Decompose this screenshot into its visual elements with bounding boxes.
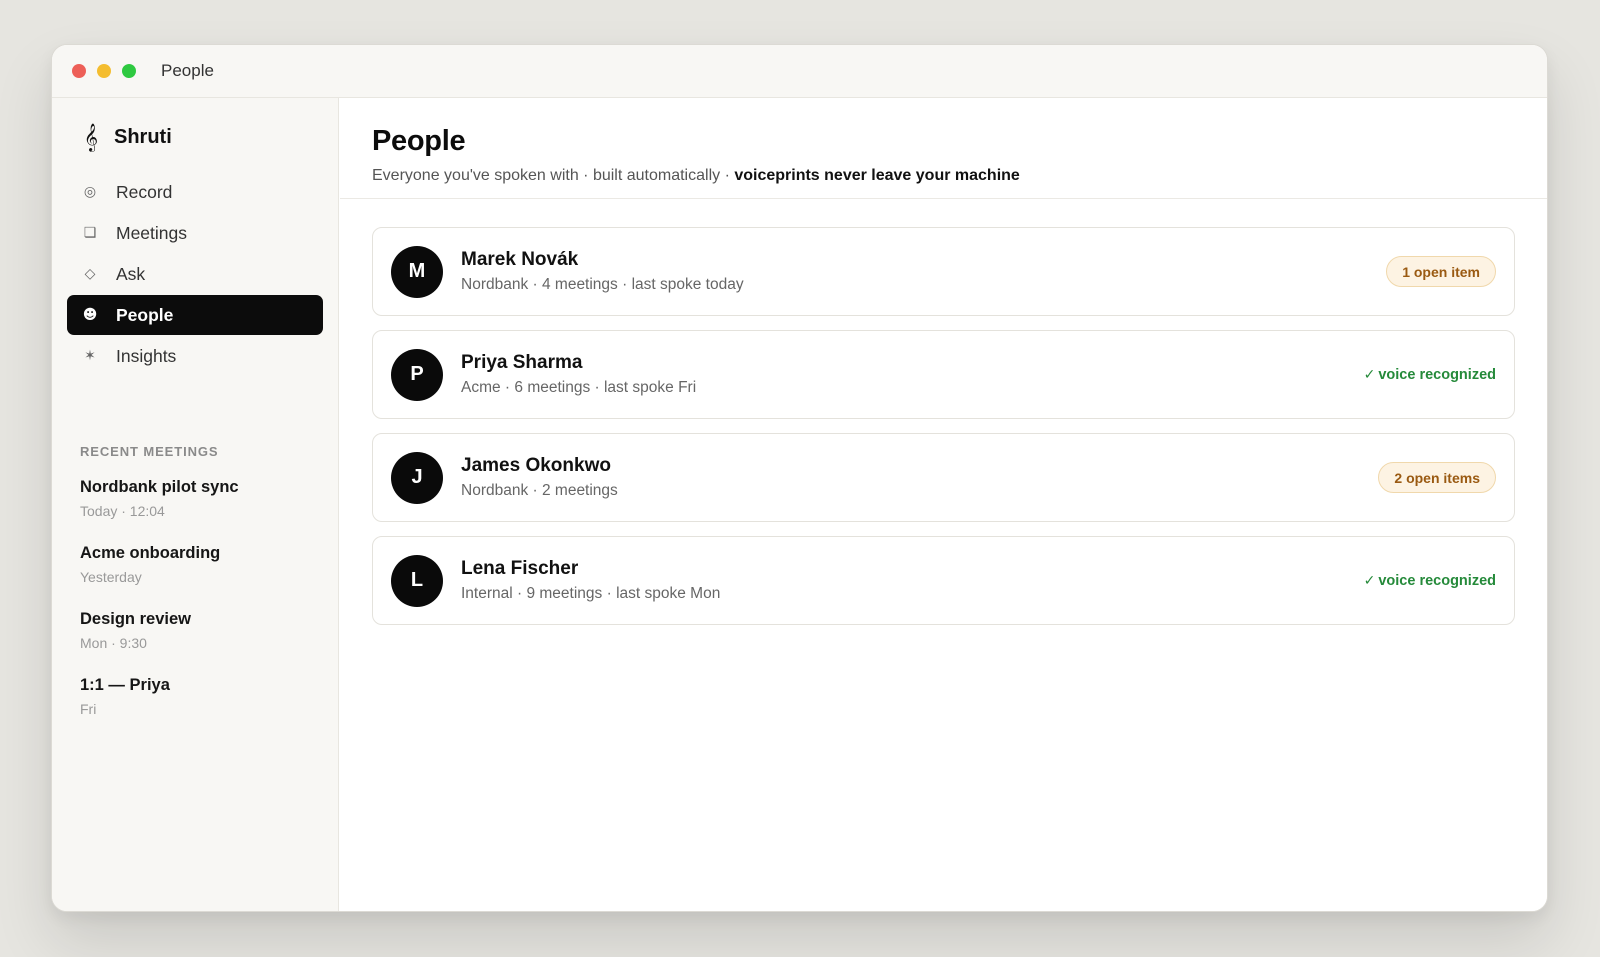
sidebar-item-label: Record [116,181,173,202]
person-meta: Nordbank · 4 meetings · last spoke today [461,276,744,293]
sidebar: 𝄞 Shruti ◎ Record ❏ Meetings ◇ Ask ☻ Peo… [52,98,339,911]
recent-meeting-title: Acme onboarding [80,544,221,562]
recent-meetings-heading: RECENT MEETINGS [80,444,219,459]
page-header: People Everyone you've spoken with · bui… [340,98,1547,199]
record-icon: ◎ [83,184,97,200]
meetings-icon: ❏ [83,225,97,241]
person-meta: Nordbank · 2 meetings [461,482,618,499]
person-card[interactable]: M Marek Novák Nordbank · 4 meetings · la… [372,227,1515,316]
brand: 𝄞 Shruti [82,123,172,151]
sidebar-item-label: People [116,304,174,325]
page-title: People [372,125,466,157]
people-list: M Marek Novák Nordbank · 4 meetings · la… [340,199,1547,625]
sidebar-item-people[interactable]: ☻ People [67,295,323,335]
main-content: People Everyone you've spoken with · bui… [340,98,1547,911]
avatar: M [391,245,443,298]
recent-meeting-title: Design review [80,610,191,628]
maximize-window-button[interactable] [122,64,136,78]
sidebar-item-record[interactable]: ◎ Record [67,172,323,212]
person-card[interactable]: L Lena Fischer Internal · 9 meetings · l… [372,536,1515,625]
person-info: Priya Sharma Acme · 6 meetings · last sp… [461,352,1364,397]
person-name: Marek Novák [461,249,579,270]
person-name: James Okonkwo [461,455,611,476]
recent-meeting-title: Nordbank pilot sync [80,478,239,496]
close-window-button[interactable] [72,64,86,78]
person-info: James Okonkwo Nordbank · 2 meetings [461,455,1378,500]
voice-status-label: voice recognized [1378,572,1496,589]
person-info: Lena Fischer Internal · 9 meetings · las… [461,558,1364,603]
avatar: L [391,554,443,607]
recent-meeting-time: Today · 12:04 [80,503,165,519]
checkmark-icon: ✓ [1363,572,1376,589]
privacy-note: voiceprints never leave your machine [734,167,1020,184]
person-name: Priya Sharma [461,352,583,373]
recent-meeting-time: Fri [80,701,97,717]
recent-meeting-time: Yesterday [80,569,142,585]
recent-meeting-item[interactable]: 1:1 — Priya Fri [80,676,239,742]
sidebar-item-insights[interactable]: ✶ Insights [67,336,323,376]
title-bar: People [52,45,1547,98]
sidebar-item-ask[interactable]: ◇ Ask [67,254,323,294]
recent-meeting-time: Mon · 9:30 [80,635,147,651]
minimize-window-button[interactable] [97,64,111,78]
recent-meeting-item[interactable]: Nordbank pilot sync Today · 12:04 [80,478,239,544]
open-items-badge[interactable]: 2 open items [1378,462,1496,493]
recent-meeting-item[interactable]: Design review Mon · 9:30 [80,610,239,676]
page-subtitle: Everyone you've spoken with · built auto… [372,167,1547,185]
person-info: Marek Novák Nordbank · 4 meetings · last… [461,249,1386,294]
insights-icon: ✶ [84,348,96,364]
avatar: P [391,348,443,401]
ask-icon: ◇ [84,266,96,282]
sidebar-item-meetings[interactable]: ❏ Meetings [67,213,323,253]
voice-recognized-status: ✓ voice recognized [1364,367,1496,383]
person-card[interactable]: J James Okonkwo Nordbank · 2 meetings 2 … [372,433,1515,522]
voice-status-label: voice recognized [1378,366,1496,383]
person-card[interactable]: P Priya Sharma Acme · 6 meetings · last … [372,330,1515,419]
open-items-badge[interactable]: 1 open item [1386,256,1496,287]
people-icon: ☻ [82,307,98,323]
app-window: People 𝄞 Shruti ◎ Record ❏ Meetings ◇ As… [51,44,1548,912]
recent-meeting-item[interactable]: Acme onboarding Yesterday [80,544,239,610]
person-meta: Acme · 6 meetings · last spoke Fri [461,379,697,396]
window-title: People [161,61,214,80]
window-controls [72,64,136,78]
subtitle-text: Everyone you've spoken with · built auto… [372,167,735,184]
sidebar-item-label: Ask [116,263,146,284]
avatar: J [391,451,443,504]
recent-meeting-title: 1:1 — Priya [80,676,170,694]
brand-name: Shruti [114,125,172,148]
main-nav: ◎ Record ❏ Meetings ◇ Ask ☻ People ✶ Ins… [67,172,323,377]
voice-recognized-status: ✓ voice recognized [1364,573,1496,589]
recent-meetings-list: Nordbank pilot sync Today · 12:04 Acme o… [80,478,239,742]
sidebar-item-label: Insights [116,345,177,366]
sidebar-item-label: Meetings [116,222,188,243]
person-meta: Internal · 9 meetings · last spoke Mon [461,585,721,602]
checkmark-icon: ✓ [1363,366,1376,383]
treble-clef-icon: 𝄞 [83,123,99,151]
person-name: Lena Fischer [461,558,579,579]
